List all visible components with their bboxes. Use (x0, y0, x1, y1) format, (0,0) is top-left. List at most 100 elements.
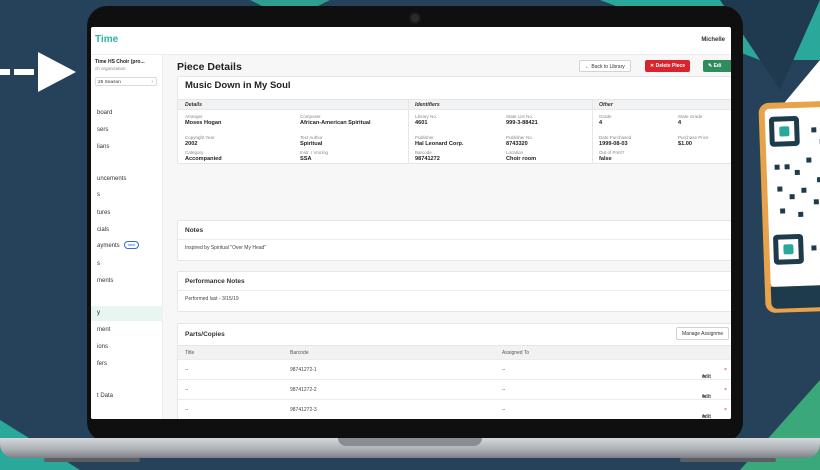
user-menu[interactable]: Michelle (701, 37, 725, 43)
field-label: Publisher No. (506, 135, 534, 140)
cell-barcode: 98741272-2 (290, 387, 317, 393)
delete-part-icon[interactable]: × (724, 367, 727, 373)
back-to-library-label: Back to Library (591, 64, 625, 70)
qr-footer: S (770, 284, 820, 309)
delete-piece-button[interactable]: ✕ Delete Piece (645, 60, 691, 72)
field-label: State Grade (678, 114, 703, 119)
field-value: 98741272 (415, 156, 440, 162)
field-label: Copyright Year (185, 135, 215, 140)
season-selector[interactable]: 25 Season › (95, 77, 157, 86)
piece-title: Music Down in My Soul (185, 80, 291, 91)
field-label: Instr. / Voicing (300, 150, 329, 155)
sidebar-item-users[interactable]: sers (91, 123, 163, 138)
org-switcher[interactable]: Time HS Choir (pro... ch organization (95, 59, 159, 71)
field-value: false (599, 156, 612, 162)
table-row: -- 98741272-3 -- ✎ edit × (178, 399, 731, 419)
field-value: $1.00 (678, 141, 692, 147)
sidebar-item-payments[interactable]: ayments new (91, 239, 163, 254)
sidebar-item-announcements[interactable]: uncements (91, 172, 163, 187)
field-value: 1999-08-03 (599, 141, 628, 147)
delete-part-icon[interactable]: × (724, 407, 727, 413)
section-other-header: Other (599, 102, 613, 108)
sidebar-item-label: ments (97, 278, 114, 284)
sidebar-item-library[interactable]: y (91, 306, 163, 321)
cell-assigned-to: -- (502, 367, 506, 373)
column-header-barcode: Barcode (290, 350, 309, 356)
camera-icon (409, 12, 421, 24)
field-label: Category (185, 150, 204, 155)
field-value: 4 (678, 120, 682, 126)
field-location: Location Choir room (506, 150, 536, 162)
field-state-list-no: State List No. 999-3-88421 (506, 114, 538, 126)
arrow-icon (38, 52, 76, 92)
sidebar-item-financials[interactable]: cials (91, 223, 163, 238)
divider (178, 239, 731, 240)
sidebar-item-guardians[interactable]: lians (91, 140, 163, 155)
sidebar-item-label: uncements (97, 176, 127, 182)
piece-details-card: Music Down in My Soul Details Identifier… (177, 76, 731, 164)
laptop-foot (44, 458, 140, 462)
field-publisher-no: Publisher No. 8743320 (506, 135, 533, 147)
field-value: Accompanied (185, 156, 222, 162)
field-label: Location (506, 150, 524, 155)
table-row: -- 98741272-2 -- ✎ edit × (178, 379, 731, 400)
section-divider (408, 99, 409, 164)
field-value: 8743320 (506, 141, 528, 147)
laptop-frame: Time Michelle Time HS Choir (pro... ch o… (87, 6, 743, 442)
laptop-screen: Time Michelle Time HS Choir (pro... ch o… (91, 27, 731, 419)
delete-part-icon[interactable]: × (724, 387, 727, 393)
notes-card: Notes Inspired by Spiritual "Over My Hea… (177, 220, 731, 261)
field-label: Barcode (415, 150, 432, 155)
cell-title: -- (185, 387, 189, 393)
divider (178, 290, 731, 291)
field-state-grade: State Grade 4 (678, 114, 702, 126)
season-label: 25 Season (98, 79, 121, 85)
field-arranger: Arranger Moses Hogan (185, 114, 221, 126)
field-label: Arranger (185, 114, 203, 119)
field-value: 4 (599, 120, 603, 126)
field-purchase-price: Purchase Price $1.00 (678, 135, 709, 147)
performance-notes-text: Performed last - 3/15/19 (185, 296, 239, 302)
sidebar-item-export-data[interactable]: t Data (91, 389, 163, 404)
parts-copies-card: Parts/Copies Manage Assignme Title Barco… (177, 323, 731, 419)
field-label: Library No. (415, 114, 438, 119)
top-bar: Time Michelle (91, 27, 731, 55)
field-copyright-year: Copyright Year 2002 (185, 135, 215, 147)
field-category: Category Accompanied (185, 150, 222, 162)
performance-notes-title: Performance Notes (185, 278, 245, 285)
back-to-library-button[interactable]: ← Back to Library (579, 60, 631, 72)
field-label: Out of Print? (599, 150, 625, 155)
field-out-of-print: Out of Print? false (599, 150, 624, 162)
field-label: Purchase Price (678, 135, 709, 140)
manage-assignments-button[interactable]: Manage Assignme (676, 327, 730, 340)
sidebar-item-documents[interactable]: ments (91, 274, 163, 289)
field-value: Moses Hogan (185, 120, 222, 126)
sidebar-item-label: s (97, 261, 100, 267)
sidebar-item-label: ment (97, 327, 111, 333)
sidebar-item-label: s (97, 192, 100, 198)
org-type: ch organization (95, 66, 126, 71)
sidebar-item-auditions[interactable]: ions (91, 340, 163, 355)
sidebar-item-fixtures[interactable]: tures (91, 206, 163, 221)
main-content: Piece Details ← Back to Library ✕ Delete… (163, 55, 731, 419)
field-barcode: Barcode 98741272 (415, 150, 440, 162)
sidebar-item-forms[interactable]: s (91, 257, 163, 272)
table-row: -- 98741272-1 -- ✎ edit × (178, 359, 731, 380)
field-library-no: Library No. 4601 (415, 114, 437, 126)
sidebar-item-dashboard[interactable]: board (91, 106, 163, 121)
new-badge: new (123, 241, 140, 250)
sidebar-item-label: board (97, 110, 113, 116)
sidebar-item-events[interactable]: s (91, 188, 163, 203)
delete-piece-label: Delete Piece (655, 63, 686, 69)
section-headers: Details Identifiers Other (178, 99, 731, 110)
field-value: Hal Leonard Corp. (415, 141, 464, 147)
edit-piece-button[interactable]: ✎ Edi (703, 60, 731, 72)
notes-text: Inspired by Spiritual "Over My Head" (185, 245, 267, 251)
field-value: 999-3-88421 (506, 120, 538, 126)
brand-logo[interactable]: Time (95, 34, 118, 45)
sidebar-item-label: t Data (97, 393, 114, 399)
sidebar-item-equipment[interactable]: ment (91, 323, 163, 338)
field-label: Text Author (300, 135, 323, 140)
sidebar-item-transfers[interactable]: fers (91, 357, 163, 372)
section-divider (592, 99, 593, 164)
